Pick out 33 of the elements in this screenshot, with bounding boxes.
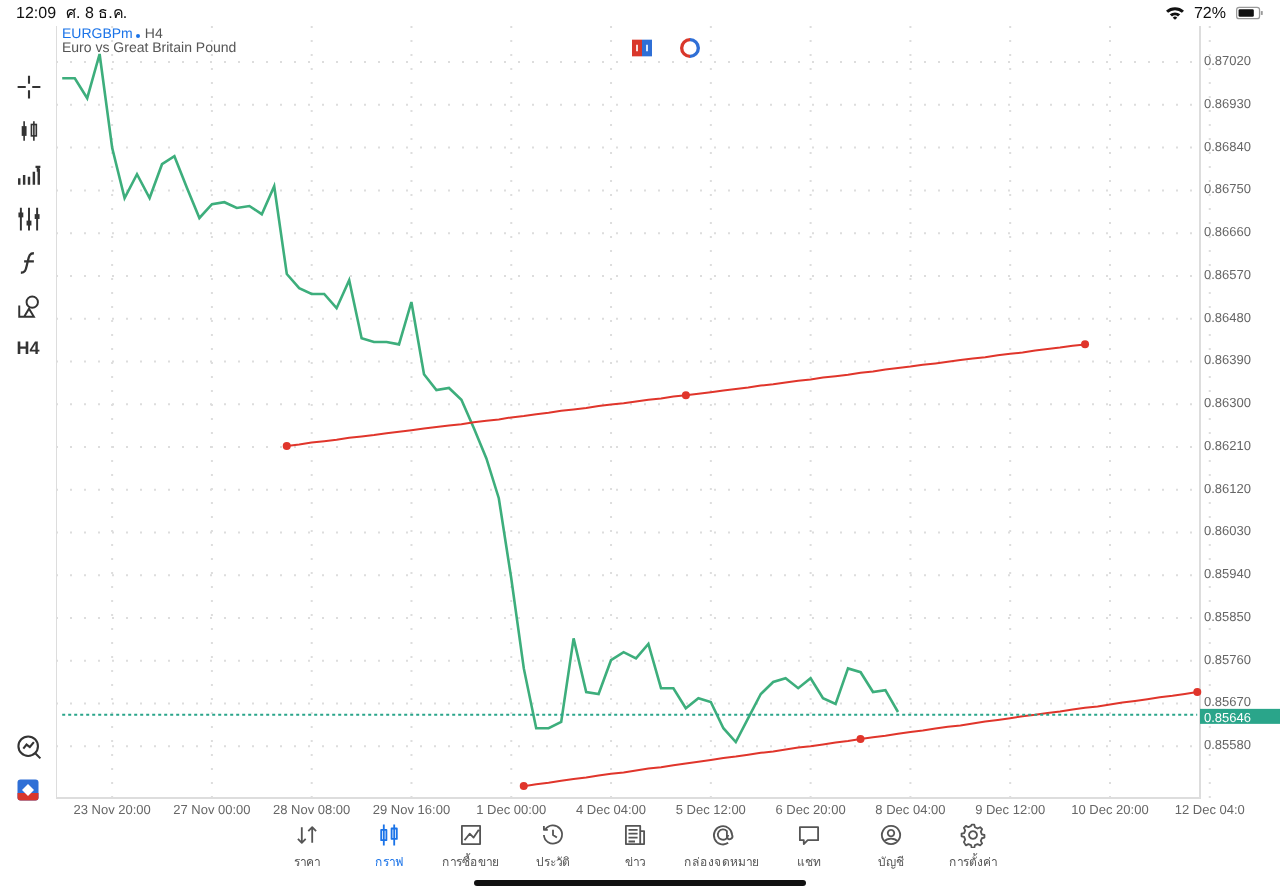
chart-search-icon[interactable] <box>15 734 41 760</box>
chat-icon <box>796 822 822 848</box>
point <box>1081 340 1090 349</box>
trade-panel-icon[interactable] <box>632 38 652 58</box>
wifi-icon <box>1165 6 1184 20</box>
at-sign-icon <box>709 822 735 848</box>
clock-icon <box>540 822 566 848</box>
newspaper-icon <box>622 822 648 848</box>
indicator-chart-icon[interactable] <box>15 162 41 188</box>
settings-icon <box>960 822 986 848</box>
battery-icon <box>1236 6 1264 20</box>
trend-line[interactable] <box>519 688 1202 791</box>
person-icon <box>878 822 904 848</box>
separator-dot-icon <box>136 33 141 37</box>
shapes-icon[interactable] <box>15 294 41 320</box>
ring-icon[interactable] <box>680 38 700 58</box>
app-logo-icon[interactable] <box>16 778 40 802</box>
status-time: 12:09 <box>16 4 57 22</box>
point <box>856 735 865 744</box>
point <box>519 782 528 791</box>
point <box>282 441 291 450</box>
sliders-icon[interactable] <box>15 206 41 232</box>
chart-icon <box>458 822 484 848</box>
crosshair-icon[interactable] <box>15 74 41 100</box>
status-date: ศ. 8 ธ.ค. <box>66 2 128 26</box>
battery-percent: 72% <box>1193 4 1226 22</box>
current-price-tag <box>1200 708 1280 724</box>
candlestick-icon <box>376 822 402 848</box>
trend-line[interactable] <box>282 340 1090 450</box>
point <box>1193 688 1202 697</box>
arrows-icon <box>294 822 320 848</box>
timeframe-button[interactable]: H4 <box>16 338 40 358</box>
point <box>681 391 690 400</box>
